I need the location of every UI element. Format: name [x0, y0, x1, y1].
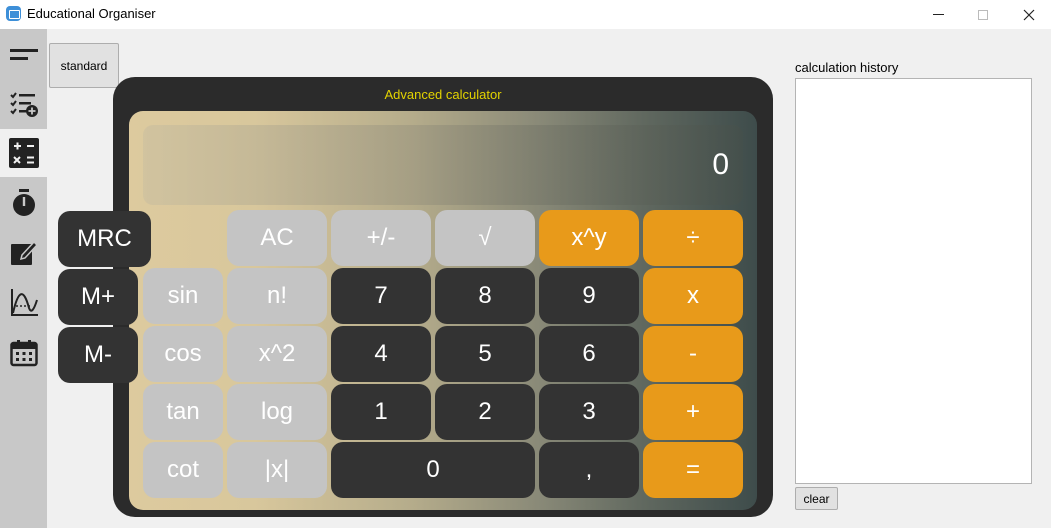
calculator-icon: [8, 138, 39, 168]
subtract-button[interactable]: -: [643, 326, 743, 382]
standard-mode-button[interactable]: standard: [49, 43, 119, 88]
close-button[interactable]: [1006, 0, 1051, 29]
digit-5-button[interactable]: 5: [435, 326, 535, 382]
minimize-button[interactable]: [915, 0, 961, 29]
digit-9-button[interactable]: 9: [539, 268, 639, 324]
digit-1-button[interactable]: 1: [331, 384, 431, 440]
sidebar-item-graph[interactable]: [0, 279, 47, 327]
hamburger-menu-icon: [9, 49, 38, 60]
calendar-icon: [9, 340, 38, 367]
sin-button[interactable]: sin: [143, 268, 223, 324]
multiply-button[interactable]: x: [643, 268, 743, 324]
divide-button[interactable]: ÷: [643, 210, 743, 266]
log-button[interactable]: log: [227, 384, 327, 440]
sidebar-item-timer[interactable]: [0, 179, 47, 227]
sidebar: [0, 29, 47, 528]
calculator-frame: Advanced calculator 0 AC +/- √ x^y ÷ sin…: [113, 77, 773, 517]
cos-button[interactable]: cos: [143, 326, 223, 382]
equals-button[interactable]: =: [643, 442, 743, 498]
maximize-button[interactable]: [960, 0, 1006, 29]
digit-7-button[interactable]: 7: [331, 268, 431, 324]
memory-subtract-button[interactable]: M-: [58, 327, 138, 383]
sidebar-item-calculator[interactable]: [0, 129, 47, 177]
title-bar: Educational Organiser: [0, 0, 1051, 29]
app-icon: [6, 6, 21, 21]
close-icon: [1023, 9, 1035, 20]
window-title: Educational Organiser: [27, 6, 156, 21]
memory-add-button[interactable]: M+: [58, 269, 138, 325]
function-graph-icon: [10, 289, 38, 316]
calculator-title: Advanced calculator: [384, 87, 502, 102]
task-list-add-icon: [9, 92, 38, 117]
calculator-display: 0: [143, 125, 743, 205]
digit-2-button[interactable]: 2: [435, 384, 535, 440]
history-list[interactable]: [795, 78, 1032, 484]
digit-6-button[interactable]: 6: [539, 326, 639, 382]
factorial-button[interactable]: n!: [227, 268, 327, 324]
sqrt-button[interactable]: √: [435, 210, 535, 266]
all-clear-button[interactable]: AC: [227, 210, 327, 266]
edit-note-icon: [10, 240, 38, 265]
digit-8-button[interactable]: 8: [435, 268, 535, 324]
history-label: calculation history: [795, 60, 899, 75]
stopwatch-icon: [12, 189, 35, 216]
calculator-panel: 0 AC +/- √ x^y ÷ sin n! 7 8 9 x cos x^2 …: [129, 111, 757, 510]
absolute-value-button[interactable]: |x|: [227, 442, 327, 498]
square-button[interactable]: x^2: [227, 326, 327, 382]
digit-4-button[interactable]: 4: [331, 326, 431, 382]
tan-button[interactable]: tan: [143, 384, 223, 440]
clear-history-button[interactable]: clear: [795, 487, 838, 510]
comma-button[interactable]: ,: [539, 442, 639, 498]
sidebar-item-tasks[interactable]: [0, 80, 47, 128]
minimize-icon: [932, 14, 944, 15]
digit-3-button[interactable]: 3: [539, 384, 639, 440]
power-button[interactable]: x^y: [539, 210, 639, 266]
digit-0-button[interactable]: 0: [331, 442, 535, 498]
maximize-icon: [978, 9, 988, 20]
memory-recall-clear-button[interactable]: MRC: [58, 211, 151, 267]
sidebar-item-notes[interactable]: [0, 229, 47, 277]
sign-toggle-button[interactable]: +/-: [331, 210, 431, 266]
cot-button[interactable]: cot: [143, 442, 223, 498]
add-button[interactable]: +: [643, 384, 743, 440]
sidebar-item-calendar[interactable]: [0, 329, 47, 377]
sidebar-item-menu[interactable]: [0, 31, 47, 79]
